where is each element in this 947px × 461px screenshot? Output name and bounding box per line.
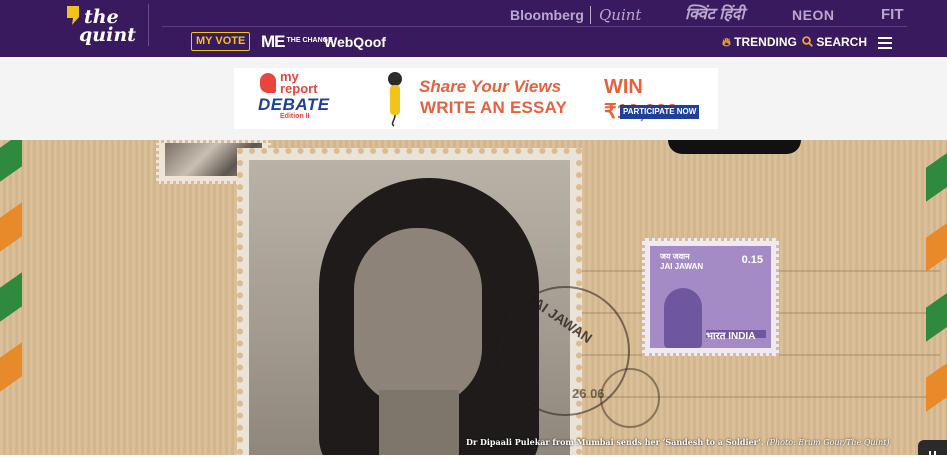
postmark-text: JAI JAWAN bbox=[524, 289, 596, 347]
me-the-change-main: ME bbox=[261, 32, 285, 51]
stamp-english-text: JAI JAWAN bbox=[660, 262, 704, 271]
nav-search[interactable]: SEARCH bbox=[802, 30, 867, 54]
emblem-seal bbox=[600, 368, 660, 428]
fire-icon: 🔥︎ bbox=[722, 35, 731, 49]
microphone-icon bbox=[388, 72, 402, 127]
menu-icon[interactable] bbox=[878, 37, 892, 49]
bolt-icon bbox=[67, 6, 79, 25]
stamp-hindi-text: जय जवान bbox=[660, 252, 690, 261]
partner-link-neon[interactable]: NEON bbox=[792, 5, 834, 25]
stamp-value: 0.15 bbox=[741, 254, 763, 266]
myreport-logo-icon bbox=[260, 73, 276, 93]
write-essay-text: WRITE AN ESSAY bbox=[420, 98, 568, 117]
partner-link-bloomberg[interactable]: Bloomberg bbox=[510, 5, 584, 25]
nav-me-the-change[interactable]: ME THE CHANGE bbox=[261, 30, 333, 54]
nav-trending[interactable]: 🔥︎ TRENDING bbox=[722, 30, 797, 54]
stamp-country: भारत INDIA bbox=[706, 331, 756, 342]
edition-label: Edition II bbox=[280, 113, 310, 120]
partner-link-fit[interactable]: FIT bbox=[881, 5, 904, 25]
pen-cap-graphic bbox=[668, 140, 801, 154]
soldier-figure bbox=[664, 288, 702, 348]
participate-now-button[interactable]: PARTICIPATE NOW bbox=[620, 105, 700, 119]
search-icon bbox=[802, 36, 813, 47]
site-header: the quint Bloomberg Quint क्विंट हिंदी N… bbox=[0, 0, 947, 57]
logo-text-quint: quint bbox=[79, 24, 136, 46]
debate-title: DEBATE bbox=[258, 95, 330, 114]
nav-my-vote[interactable]: MY VOTE bbox=[191, 32, 251, 51]
share-views-text: Share Your Views bbox=[419, 77, 562, 96]
header-divider-line bbox=[162, 26, 907, 27]
myreport-debate-banner[interactable]: my report DEBATE Edition II Share Your Vi… bbox=[234, 68, 718, 129]
search-label: SEARCH bbox=[816, 35, 868, 49]
partner-separator bbox=[590, 6, 591, 24]
site-logo[interactable]: the quint bbox=[62, 5, 142, 49]
hero-image: JAI JAWAN 26 06 जय जवान JAI JAWAN 0.15 भ… bbox=[0, 140, 947, 455]
ad-band: my report DEBATE Edition II Share Your Vi… bbox=[0, 57, 947, 140]
image-caption: Dr Dipaali Pulekar from Mumbai sends her… bbox=[466, 437, 890, 447]
caption-text: Dr Dipaali Pulekar from Mumbai sends her… bbox=[466, 437, 764, 447]
myreport-logo-text: my report bbox=[280, 69, 318, 96]
logo-divider bbox=[148, 4, 149, 46]
jai-jawan-stamp: जय जवान JAI JAWAN 0.15 भारत INDIA bbox=[642, 238, 779, 356]
partner-link-hindi[interactable]: क्विंट हिंदी bbox=[685, 5, 745, 25]
photo-credit: (Photo: Erum Gour/The Quint) bbox=[766, 438, 890, 447]
partner-link-quint[interactable]: Quint bbox=[599, 5, 641, 25]
my-vote-label: MY VOTE bbox=[196, 35, 246, 47]
pause-button[interactable] bbox=[918, 440, 947, 455]
nav-webqoof[interactable]: WebQoof bbox=[324, 30, 386, 54]
trending-label: TRENDING bbox=[734, 35, 797, 49]
